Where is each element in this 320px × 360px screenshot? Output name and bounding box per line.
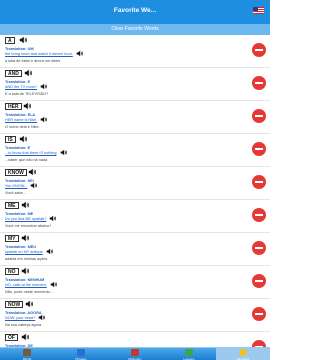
delete-icon[interactable] <box>252 43 266 57</box>
translation-label: Translation: É <box>5 146 31 150</box>
list-item[interactable]: OFTranslation: DEThis is an old friend O… <box>0 332 270 347</box>
speaker-icon[interactable] <box>24 69 32 77</box>
example-speaker-icon[interactable] <box>40 83 48 90</box>
example-speaker-icon[interactable] <box>40 116 48 123</box>
delete-icon[interactable] <box>252 109 266 123</box>
tag-icon <box>77 349 85 356</box>
example-sentence[interactable]: the living room and watch it eleven hour… <box>5 52 73 56</box>
example-sentence[interactable]: NOW, your head? <box>5 316 35 320</box>
list-item[interactable]: ME Translation: ME Do you find ME spatiab?… <box>0 200 270 233</box>
favorites-list[interactable]: A Translation: UM the living room and watc… <box>0 35 270 347</box>
example-translation: adabia em minhas ações <box>5 257 48 261</box>
translation-label: Translation: MEU <box>5 245 37 249</box>
delete-icon[interactable] <box>252 307 266 321</box>
delete-icon[interactable] <box>252 208 266 222</box>
tab-phrases[interactable]: Phrases <box>54 348 108 360</box>
speaker-icon[interactable] <box>21 333 29 341</box>
speaker-icon[interactable] <box>19 135 27 143</box>
example-translation: ...saber que não há nada <box>5 158 48 162</box>
example-speaker-icon[interactable] <box>49 215 57 222</box>
top-bar: Favorite We... <box>0 0 270 24</box>
clear-favorites-button[interactable]: Clear Favorite Words <box>0 24 270 35</box>
word-label: IS <box>5 136 16 143</box>
translation-label: Translation: NENHUM <box>5 278 45 282</box>
lessons-icon <box>185 349 193 356</box>
bottom-tab-bar: Words Phrases Dictionary Lessons Favorites <box>0 347 270 360</box>
page-title: Favorite We... <box>113 7 157 14</box>
example-sentence[interactable]: HER name is Nike. <box>5 118 37 122</box>
word-label: NOW <box>5 301 24 308</box>
example-sentence[interactable]: AND the TV room? <box>5 85 37 89</box>
tab-label: Words <box>22 356 32 360</box>
translation-label: Translation: AGORA <box>5 311 42 315</box>
translation-label: Translation: E <box>5 80 31 84</box>
speaker-icon[interactable] <box>21 234 29 242</box>
delete-icon[interactable] <box>252 76 266 90</box>
example-sentence[interactable]: You KNOW... <box>5 184 27 188</box>
translation-label: Translation: ELA <box>5 113 36 117</box>
list-item[interactable]: HER Translation: ELA HER name is Nike. O no… <box>0 101 270 134</box>
example-sentence[interactable]: spatiab on MY antique <box>5 250 43 254</box>
word-label: AND <box>5 70 22 77</box>
list-item[interactable]: MY Translation: MEU spatiab on MY antique a… <box>0 233 270 266</box>
us-flag-icon[interactable] <box>253 7 264 14</box>
example-speaker-icon[interactable] <box>30 182 38 189</box>
tab-dictionary[interactable]: Dictionary <box>108 348 162 360</box>
example-translation: O nome dela é Nike. <box>5 125 40 129</box>
example-sentence[interactable]: Do you find ME spatiab? <box>5 217 46 221</box>
word-label: HER <box>5 103 22 110</box>
dictionary-icon <box>131 349 139 356</box>
example-speaker-icon[interactable] <box>46 248 53 255</box>
list-item[interactable]: KNOW Translation: SEI You KNOW... Você sabe… <box>0 167 270 200</box>
tab-label: Lessons <box>183 356 195 360</box>
speaker-icon[interactable] <box>19 36 27 44</box>
example-speaker-icon[interactable] <box>76 50 83 57</box>
word-label: A <box>5 37 15 44</box>
list-item[interactable]: AND Translation: E AND the TV room? E a sal… <box>0 68 270 101</box>
list-item[interactable]: IS Translation: É ...to know that there IS… <box>0 134 270 167</box>
example-sentence[interactable]: NO, calls at the moment. <box>5 283 47 287</box>
speaker-icon[interactable] <box>21 201 29 209</box>
delete-icon[interactable] <box>252 340 266 347</box>
example-translation: Na sua cabeça agora <box>5 323 42 327</box>
book-icon <box>23 349 31 356</box>
speaker-icon[interactable] <box>23 102 31 110</box>
word-label: ME <box>5 202 19 209</box>
tab-words[interactable]: Words <box>0 348 54 360</box>
delete-icon[interactable] <box>252 274 266 288</box>
example-translation: E a sala de TELEVISÃO? <box>5 92 49 96</box>
translation-label: Translation: UM <box>5 47 34 51</box>
list-item[interactable]: NOW Translation: AGORA NOW, your head? Na s… <box>0 299 270 332</box>
example-speaker-icon[interactable] <box>50 281 57 288</box>
tab-label: Phrases <box>75 356 87 360</box>
word-label: KNOW <box>5 169 27 176</box>
tab-favorites[interactable]: Favorites <box>216 348 270 360</box>
example-speaker-icon[interactable] <box>38 314 46 321</box>
list-item[interactable]: NO Translation: NENHUM NO, calls at the mo… <box>0 266 270 299</box>
star-icon <box>239 349 247 356</box>
example-sentence[interactable]: ...to know that there IS nothing <box>5 151 57 155</box>
translation-label: Translation: ME <box>5 212 34 216</box>
word-label: OF <box>5 334 18 341</box>
example-translation: a sala de estar e ahora um deles <box>5 59 61 63</box>
tab-label: Favorites <box>236 356 250 360</box>
word-label: NO <box>5 268 19 275</box>
delete-icon[interactable] <box>252 175 266 189</box>
example-translation: Não, pode neste momento... <box>5 290 53 294</box>
delete-icon[interactable] <box>252 241 266 255</box>
tab-lessons[interactable]: Lessons <box>162 348 216 360</box>
tab-label: Dictionary <box>128 356 142 360</box>
list-item[interactable]: A Translation: UM the living room and watc… <box>0 35 270 68</box>
speaker-icon[interactable] <box>28 168 36 176</box>
word-label: MY <box>5 235 19 242</box>
delete-icon[interactable] <box>252 142 266 156</box>
example-speaker-icon[interactable] <box>60 149 67 156</box>
example-translation: Você me encontrar abaixo? <box>5 224 52 228</box>
speaker-icon[interactable] <box>21 267 29 275</box>
speaker-icon[interactable] <box>25 300 33 308</box>
example-translation: Você sabe... <box>5 191 26 195</box>
